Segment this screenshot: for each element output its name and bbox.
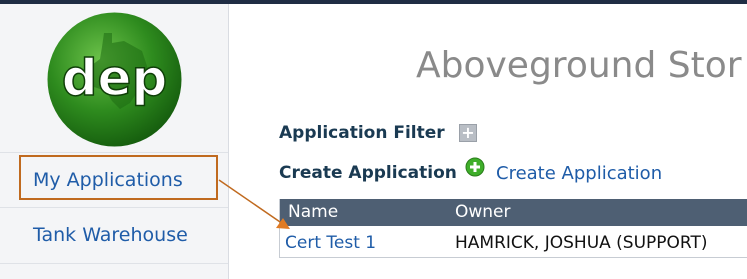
expand-filter-icon[interactable]: + bbox=[459, 124, 477, 142]
svg-text:dep: dep bbox=[62, 49, 168, 107]
column-header-owner[interactable]: Owner bbox=[455, 202, 511, 222]
sidebar-item-label[interactable]: Tank Warehouse bbox=[33, 224, 188, 246]
application-filter-label: Application Filter bbox=[279, 123, 445, 143]
dep-logo: dep bbox=[47, 12, 182, 147]
page-title: Aboveground Stor bbox=[416, 45, 742, 86]
table-header: Name Owner bbox=[280, 199, 747, 226]
table-row: Cert Test 1 HAMRICK, JOSHUA (SUPPORT) bbox=[280, 226, 747, 257]
add-circle-icon[interactable] bbox=[465, 157, 485, 177]
sidebar-item-label[interactable]: My Applications bbox=[33, 169, 183, 191]
column-header-name[interactable]: Name bbox=[288, 202, 338, 222]
sidebar-item-tank-warehouse[interactable]: Tank Warehouse bbox=[0, 207, 228, 264]
applications-table: Name Owner Cert Test 1 HAMRICK, JOSHUA (… bbox=[279, 199, 747, 258]
create-application-link[interactable]: Create Application bbox=[496, 163, 662, 184]
sidebar-item-my-applications[interactable]: My Applications bbox=[0, 152, 228, 208]
application-name-link[interactable]: Cert Test 1 bbox=[285, 233, 376, 253]
application-owner: HAMRICK, JOSHUA (SUPPORT) bbox=[455, 233, 708, 253]
create-application-label: Create Application bbox=[279, 163, 457, 183]
sidebar: dep My Applications Tank Warehouse bbox=[0, 4, 229, 279]
